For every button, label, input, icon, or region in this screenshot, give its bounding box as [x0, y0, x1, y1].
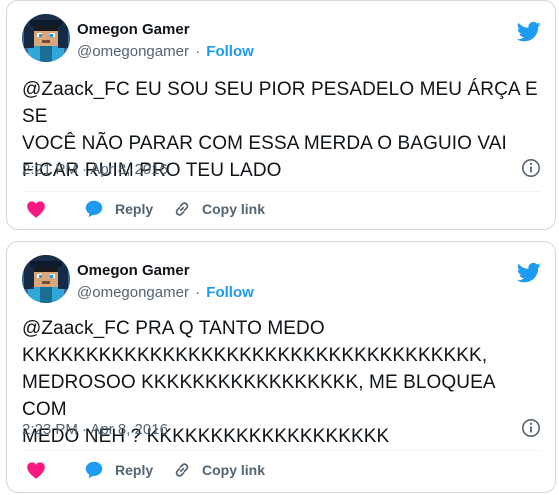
twitter-bird-icon[interactable] [517, 260, 541, 284]
info-icon[interactable] [521, 158, 541, 178]
author-handle[interactable]: @omegongamer [77, 43, 189, 60]
info-icon[interactable] [521, 418, 541, 438]
copy-link-label: Copy link [202, 201, 266, 217]
minecraft-avatar-icon [22, 14, 70, 62]
avatar[interactable] [22, 14, 70, 62]
author-name[interactable]: Omegon Gamer [77, 21, 190, 38]
timestamp[interactable]: 2:21 PM · Apr 8, 2016 [22, 161, 168, 178]
copy-link-label: Copy link [202, 462, 266, 478]
action-bar: Reply Copy link [22, 458, 540, 482]
author-handle-line: @omegongamer · Follow [77, 43, 254, 60]
author-name[interactable]: Omegon Gamer [77, 262, 190, 279]
speech-bubble-icon [85, 461, 103, 479]
author-handle[interactable]: @omegongamer [77, 284, 189, 301]
separator-dot: · [195, 43, 201, 60]
timestamp[interactable]: 2:23 PM · Apr 8, 2016 [22, 421, 168, 438]
divider [22, 191, 540, 192]
link-icon [175, 202, 189, 216]
link-icon [175, 463, 189, 477]
heart-icon [27, 462, 45, 479]
minecraft-avatar-icon [22, 255, 70, 303]
like-button[interactable] [25, 458, 47, 482]
copy-link-button[interactable]: Copy link [172, 197, 265, 221]
author-handle-line: @omegongamer · Follow [77, 284, 254, 301]
speech-bubble-icon [85, 200, 103, 218]
tweet-card[interactable]: Omegon Gamer @omegongamer · Follow @Zaac… [6, 0, 556, 230]
twitter-bird-icon[interactable] [517, 19, 541, 43]
divider [22, 450, 540, 451]
reply-label: Reply [115, 201, 154, 217]
avatar[interactable] [22, 255, 70, 303]
follow-button[interactable]: Follow [206, 284, 254, 301]
like-button[interactable] [25, 197, 47, 221]
reply-button[interactable]: Reply [83, 458, 153, 482]
tweet-card[interactable]: Omegon Gamer @omegongamer · Follow @Zaac… [6, 241, 556, 493]
reply-button[interactable]: Reply [83, 197, 153, 221]
separator-dot: · [195, 284, 201, 301]
follow-button[interactable]: Follow [206, 43, 254, 60]
copy-link-button[interactable]: Copy link [172, 458, 265, 482]
reply-label: Reply [115, 462, 154, 478]
heart-icon [27, 201, 45, 218]
action-bar: Reply Copy link [22, 197, 540, 221]
